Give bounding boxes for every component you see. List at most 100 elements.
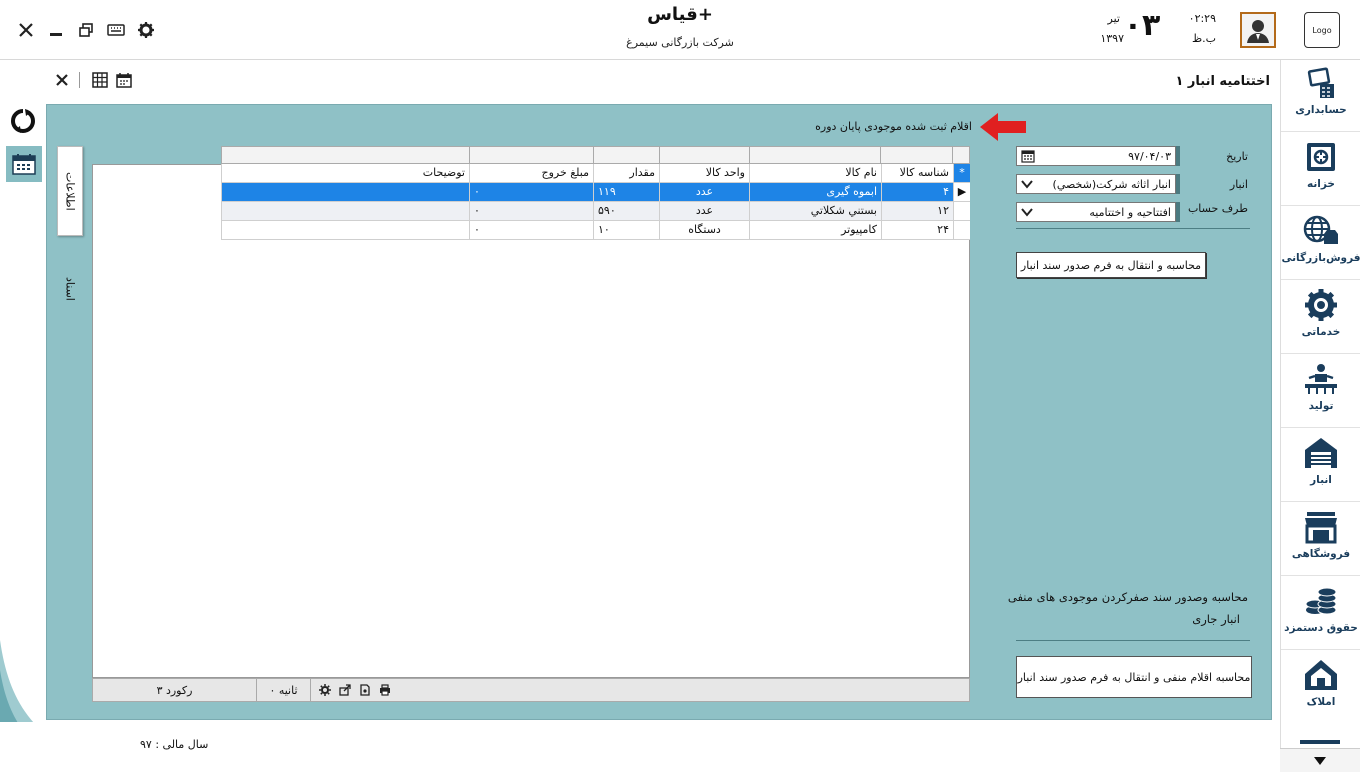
row-selector[interactable] xyxy=(953,202,970,220)
column-header[interactable]: مبلغ خروج xyxy=(469,164,593,182)
filter-cell[interactable] xyxy=(658,147,749,163)
items-grid xyxy=(92,164,970,678)
calculate-negative-button[interactable]: محاسبه اقلام منفی و انتقال به فرم صدور س… xyxy=(1016,656,1252,698)
table-row[interactable]: ۱۲ بستني شكلاتي عدد ۵۹۰ ۰ xyxy=(221,202,970,221)
cell-name[interactable]: بستني شكلاتي xyxy=(749,202,881,220)
nav-item-treasury[interactable]: خزانه xyxy=(1281,134,1360,206)
cell-id[interactable]: ۱۲ xyxy=(881,202,953,220)
filter-cell[interactable] xyxy=(593,147,659,163)
cell-id[interactable]: ۲۴ xyxy=(881,221,953,239)
company-name: شرکت بازرگانی سیمرغ xyxy=(626,36,734,49)
nav-item-real-estate[interactable]: املاک xyxy=(1281,652,1360,724)
store-icon xyxy=(1305,512,1337,544)
nav-item-payroll[interactable]: حقوق دستمزد xyxy=(1281,578,1360,650)
cell-id[interactable]: ۴ xyxy=(881,183,953,201)
grid-filter-row xyxy=(221,146,970,164)
tab-info[interactable]: اطلاعات xyxy=(57,146,83,236)
triangle-down-icon xyxy=(1314,756,1326,765)
close-icon xyxy=(56,74,68,86)
tab-docs[interactable]: اسناد xyxy=(57,244,83,334)
cell-unit[interactable]: عدد xyxy=(659,183,749,201)
filter-cell[interactable] xyxy=(469,147,593,163)
calculate-transfer-button[interactable]: محاسبه و انتقال به فرم صدور سند انبار xyxy=(1016,252,1206,278)
filter-cell[interactable] xyxy=(880,147,952,163)
date-field[interactable]: ۹۷/۰۴/۰۳ xyxy=(1016,146,1176,166)
close-window-button[interactable] xyxy=(14,18,38,42)
cell-name[interactable]: كامپيوتر xyxy=(749,221,881,239)
column-header[interactable]: توضیحات xyxy=(221,164,469,182)
cell-amount[interactable]: ۰ xyxy=(469,221,593,239)
calculator-button[interactable] xyxy=(88,68,112,92)
gear-icon[interactable] xyxy=(319,684,331,696)
calendar-side-button[interactable] xyxy=(6,146,42,182)
cell-desc[interactable] xyxy=(221,221,469,239)
cell-amount[interactable]: ۰ xyxy=(469,202,593,220)
nav-item-services[interactable]: خدماتی xyxy=(1281,282,1360,354)
form-title: اختتامیه انبار ۱ xyxy=(1175,74,1270,89)
cell-qty[interactable]: ۱۰ xyxy=(593,221,659,239)
settings-button[interactable] xyxy=(134,18,158,42)
nav-item-commerce[interactable]: فروش‌بازرگانی xyxy=(1281,208,1360,280)
cell-desc[interactable] xyxy=(221,183,469,201)
real-estate-icon xyxy=(1305,660,1337,690)
nav-item-warehouse[interactable]: انبار xyxy=(1281,430,1360,502)
cell-unit[interactable]: عدد xyxy=(659,202,749,220)
divider xyxy=(1016,228,1250,229)
pdf-icon[interactable] xyxy=(359,684,371,696)
cell-desc[interactable] xyxy=(221,202,469,220)
column-header[interactable]: نام کالا xyxy=(749,164,881,182)
cell-unit[interactable]: دستگاه xyxy=(659,221,749,239)
cell-amount[interactable]: ۰ xyxy=(469,183,593,201)
row-selector[interactable] xyxy=(953,221,970,239)
services-gear-icon xyxy=(1305,289,1337,321)
calendar-icon xyxy=(116,73,132,88)
nav-item-accounting[interactable]: حسابداری xyxy=(1281,60,1360,132)
column-header[interactable]: مقدار xyxy=(593,164,659,182)
table-row[interactable]: ۲۴ كامپيوتر دستگاه ۱۰ ۰ xyxy=(221,221,970,240)
chevron-down-icon xyxy=(1021,180,1033,189)
footer-tools xyxy=(311,684,391,696)
nav-next-item-peek xyxy=(1300,740,1340,744)
negative-section-text: محاسبه وصدور سند صفرکردن موجودی های منفی… xyxy=(1000,586,1248,630)
fiscal-year: سال مالی : ۹۷ xyxy=(140,738,209,751)
clock-time: ۰۲:۲۹ xyxy=(1188,12,1216,25)
cell-name[interactable]: ابموه گیری xyxy=(749,183,881,201)
timer-readout: ۰ ثانیه xyxy=(257,679,311,701)
filter-cell[interactable] xyxy=(748,147,881,163)
table-row[interactable]: ▶ ۴ ابموه گیری عدد ۱۱۹ ۰ xyxy=(221,183,970,202)
calendar-icon[interactable] xyxy=(1021,149,1035,163)
nav-item-store[interactable]: فروشگاهی xyxy=(1281,504,1360,576)
account-select[interactable]: افتتاحیه و اختتامیه xyxy=(1016,202,1176,222)
warehouse-value: انبار اثاثه شرکت(شخصي) xyxy=(1052,177,1171,191)
nav-label: خدماتی xyxy=(1301,326,1341,338)
treasury-safe-icon xyxy=(1307,143,1335,171)
nav-label: حسابداری xyxy=(1295,104,1347,116)
refresh-button[interactable] xyxy=(8,106,38,136)
calendar-toolbar-button[interactable] xyxy=(112,68,136,92)
minimize-window-button[interactable] xyxy=(44,18,68,42)
field-accent xyxy=(1176,146,1180,166)
user-avatar[interactable] xyxy=(1240,12,1276,48)
nav-label: انبار xyxy=(1310,474,1332,486)
close-form-button[interactable] xyxy=(50,68,74,92)
restore-window-button[interactable] xyxy=(74,18,98,42)
cell-qty[interactable]: ۵۹۰ xyxy=(593,202,659,220)
nav-item-production[interactable]: تولید xyxy=(1281,356,1360,428)
warehouse-select[interactable]: انبار اثاثه شرکت(شخصي) xyxy=(1016,174,1176,194)
keyboard-button[interactable] xyxy=(104,18,128,42)
nav-scroll-down-button[interactable] xyxy=(1280,748,1360,772)
cell-qty[interactable]: ۱۱۹ xyxy=(593,183,659,201)
header-marker: * xyxy=(953,164,970,182)
close-icon xyxy=(19,23,33,37)
export-icon[interactable] xyxy=(339,684,351,696)
date-month: تیر xyxy=(1107,12,1120,25)
app-title: قیاس+ xyxy=(647,4,713,25)
grid-header-row: * شناسه کالا نام کالا واحد کالا مقدار مب… xyxy=(221,164,970,183)
grid-note: اقلام ثبت شده موجودی پایان دوره xyxy=(815,120,972,133)
date-year: ۱۳۹۷ xyxy=(1100,32,1124,45)
nav-label: حقوق دستمزد xyxy=(1284,622,1358,634)
filter-cell[interactable] xyxy=(222,147,469,163)
print-icon[interactable] xyxy=(379,684,391,696)
column-header[interactable]: واحد کالا xyxy=(659,164,749,182)
column-header[interactable]: شناسه کالا xyxy=(881,164,953,182)
